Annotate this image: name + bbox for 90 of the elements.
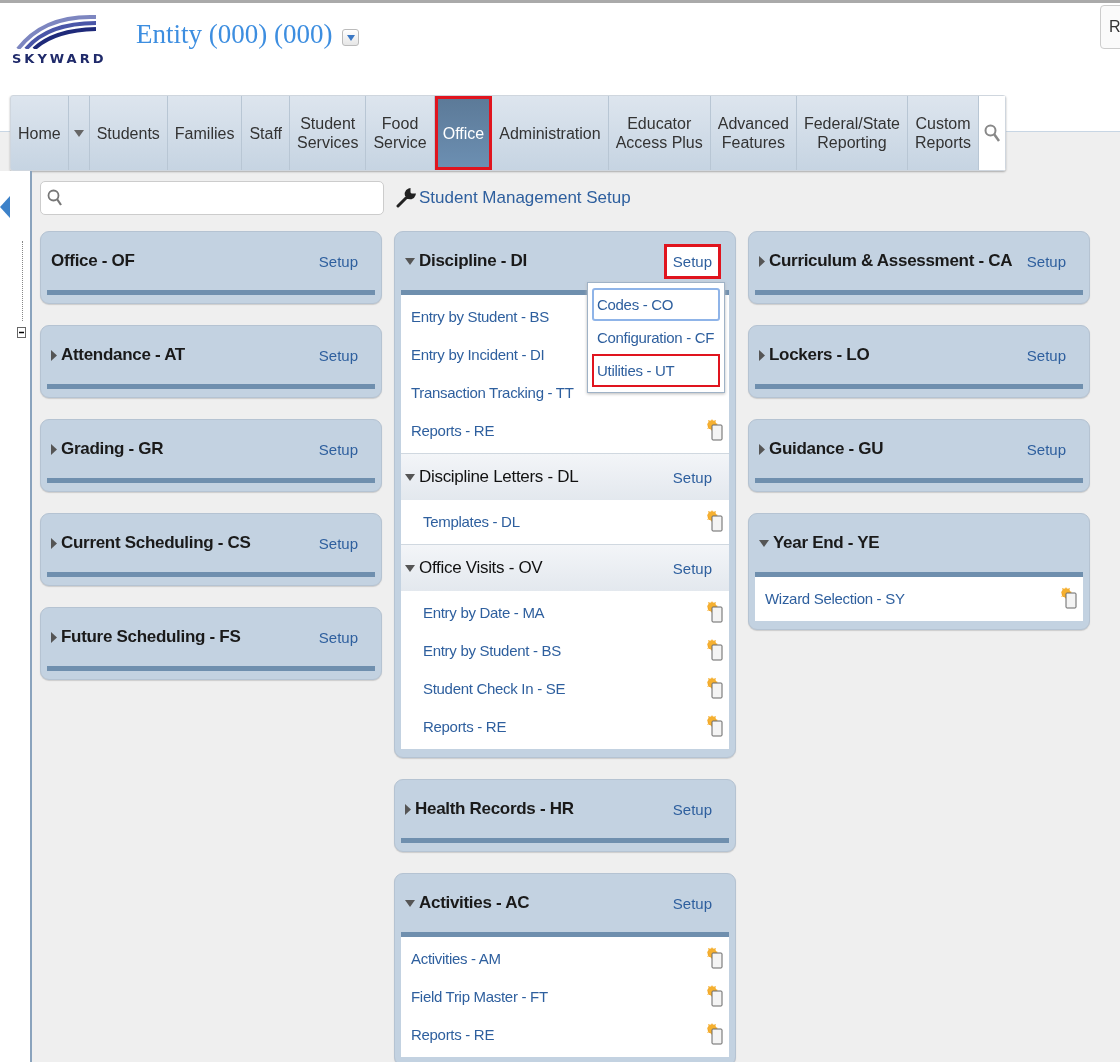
logo-icon — [14, 13, 96, 49]
setup-link[interactable]: Setup — [309, 243, 367, 279]
expanded-arrow-icon[interactable] — [405, 899, 415, 907]
page-sun-icon[interactable] — [707, 601, 723, 623]
menu-item[interactable]: Utilities - UT — [592, 354, 720, 387]
expanded-arrow-icon[interactable] — [405, 257, 415, 265]
nav-tab[interactable]: Advanced Features — [710, 96, 797, 170]
section-title[interactable]: Curriculum & Assessment - CA — [769, 251, 1013, 271]
setup-link[interactable]: Setup — [309, 431, 367, 467]
setup-link[interactable]: Setup — [663, 791, 721, 827]
setup-link[interactable]: Setup — [663, 550, 721, 586]
page-sun-icon[interactable] — [707, 1023, 723, 1045]
menu-link[interactable]: Entry by Student - BS — [423, 641, 561, 659]
menu-link[interactable]: Field Trip Master - FT — [411, 987, 548, 1005]
setup-link[interactable]: Setup — [1017, 337, 1075, 373]
caret-icon — [346, 34, 355, 41]
menu-item[interactable]: Codes - CO — [592, 288, 720, 321]
menu-link[interactable]: Entry by Incident - DI — [411, 345, 545, 363]
section-title[interactable]: Health Records - HR — [415, 799, 574, 819]
page-sun-icon[interactable] — [707, 947, 723, 969]
setup-link[interactable]: Setup — [663, 885, 721, 921]
menu-link[interactable]: Templates - DL — [423, 512, 520, 530]
menu-link[interactable]: Entry by Student - BS — [411, 307, 549, 325]
section-title[interactable]: Year End - YE — [773, 533, 880, 553]
nav-tab[interactable]: Office — [434, 96, 493, 170]
menu-link[interactable]: Wizard Selection - SY — [765, 589, 905, 607]
page-sun-icon[interactable] — [707, 677, 723, 699]
setup-link[interactable]: Setup — [663, 459, 721, 495]
menu-link[interactable]: Reports - RE — [423, 717, 507, 735]
search-field[interactable] — [40, 181, 384, 215]
expanded-arrow-icon[interactable] — [759, 539, 769, 547]
expanded-arrow-icon[interactable] — [405, 564, 415, 572]
nav-tab[interactable]: Staff — [242, 96, 291, 170]
page-sun-icon[interactable] — [707, 639, 723, 661]
expanded-arrow-icon[interactable] — [405, 473, 415, 481]
setup-link[interactable]: Setup — [309, 619, 367, 655]
section-title[interactable]: Office Visits - OV — [419, 558, 543, 578]
section-title[interactable]: Future Scheduling - FS — [61, 627, 241, 647]
collapse-icon[interactable] — [17, 327, 26, 338]
corner-button[interactable]: R — [1100, 5, 1120, 49]
menu-link[interactable]: Reports - RE — [411, 421, 495, 439]
page-sun-icon[interactable] — [707, 419, 723, 441]
section-title[interactable]: Office - OF — [51, 251, 135, 271]
collapse-arrow-icon[interactable] — [0, 196, 10, 218]
page-sun-icon[interactable] — [1061, 587, 1077, 609]
section-title[interactable]: Current Scheduling - CS — [61, 533, 251, 553]
page-sun-icon[interactable] — [707, 985, 723, 1007]
setup-link[interactable]: Student Management Setup — [419, 188, 631, 208]
setup-link[interactable]: Setup — [1017, 243, 1075, 279]
menu-link[interactable]: Student Check In - SE — [423, 679, 566, 697]
section-title[interactable]: Lockers - LO — [769, 345, 870, 365]
nav-tab[interactable]: Educator Access Plus — [608, 96, 711, 170]
collapsed-arrow-icon[interactable] — [51, 349, 57, 361]
wrench-icon — [396, 188, 416, 208]
collapsed-arrow-icon[interactable] — [759, 349, 765, 361]
logo-text: SKYWARD — [12, 51, 107, 66]
nav-tab[interactable]: Students — [89, 96, 168, 170]
collapsed-arrow-icon[interactable] — [759, 443, 765, 455]
nav-tab[interactable]: Administration — [492, 96, 609, 170]
setup-link[interactable]: Setup — [309, 525, 367, 561]
nav-tab[interactable]: Home — [11, 96, 69, 170]
search-icon[interactable] — [979, 96, 1006, 170]
menu-link[interactable]: Activities - AM — [411, 949, 501, 967]
collapsed-arrow-icon[interactable] — [405, 803, 411, 815]
setup-link[interactable]: Setup — [309, 337, 367, 373]
entity-name[interactable]: Entity (000) (000) — [136, 19, 333, 50]
menu-link[interactable]: Transaction Tracking - TT — [411, 383, 574, 401]
nav-tab[interactable]: Families — [167, 96, 243, 170]
nav-tab[interactable]: Federal/State Reporting — [796, 96, 908, 170]
setup-link[interactable]: Setup — [663, 243, 721, 279]
page-sun-icon[interactable] — [707, 510, 723, 532]
collapsed-arrow-icon[interactable] — [759, 255, 765, 267]
search-icon — [47, 189, 63, 207]
page-sun-icon[interactable] — [707, 715, 723, 737]
section-title[interactable]: Grading - GR — [61, 439, 164, 459]
section-title[interactable]: Guidance - GU — [769, 439, 884, 459]
menu-item[interactable]: Configuration - CF — [592, 321, 720, 354]
collapsed-arrow-icon[interactable] — [51, 631, 57, 643]
nav-tab[interactable]: Student Services — [290, 96, 367, 170]
section-title[interactable]: Activities - AC — [419, 893, 530, 913]
section-title[interactable]: Discipline - DI — [419, 251, 527, 271]
menu-link[interactable]: Reports - RE — [411, 1025, 495, 1043]
collapsed-arrow-icon[interactable] — [51, 537, 57, 549]
collapsed-arrow-icon[interactable] — [51, 443, 57, 455]
setup-link[interactable]: Setup — [1017, 431, 1075, 467]
nav-tab[interactable]: Food Service — [366, 96, 435, 170]
section-title[interactable]: Attendance - AT — [61, 345, 185, 365]
menu-link[interactable]: Entry by Date - MA — [423, 603, 545, 621]
dropdown-button[interactable] — [342, 29, 360, 46]
section-title[interactable]: Discipline Letters - DL — [419, 467, 579, 487]
